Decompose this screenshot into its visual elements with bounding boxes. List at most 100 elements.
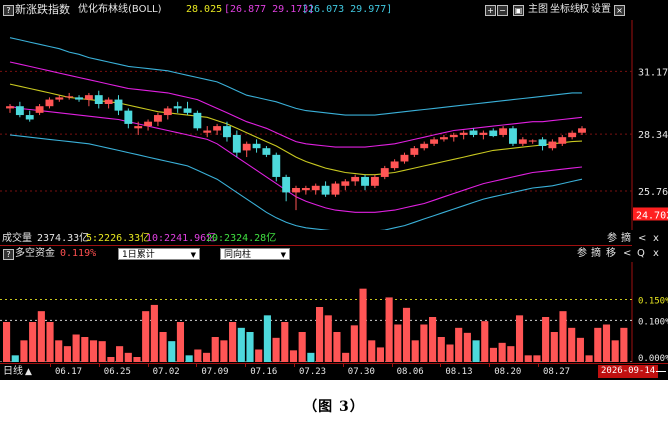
- candle-body: [311, 185, 320, 191]
- candle-body: [84, 95, 93, 100]
- candle-body: [321, 185, 330, 195]
- fund-tick-label: 0.000%: [638, 354, 668, 362]
- candle-body: [439, 137, 448, 140]
- fund-bar: [489, 347, 498, 362]
- date-tick-mark: [538, 364, 539, 367]
- price-tick-label: 31.174: [638, 67, 668, 78]
- chart-type-icon[interactable]: ▣: [513, 5, 524, 16]
- fund-bar: [289, 350, 298, 362]
- search-icon[interactable]: Q: [637, 246, 645, 262]
- candle-body: [272, 154, 281, 177]
- fund-move-button[interactable]: 移: [606, 246, 616, 262]
- fund-flow-bar-chart[interactable]: 0.150% 0.100% 0.000%: [0, 262, 668, 362]
- candle-body: [45, 99, 54, 107]
- fund-bar: [307, 352, 315, 362]
- candle-body: [173, 106, 182, 109]
- fund-excerpt-button[interactable]: 摘: [591, 246, 601, 262]
- date-tick-mark: [294, 364, 295, 367]
- candle-body: [213, 126, 222, 131]
- index-title[interactable]: 新涨跌指数: [15, 2, 70, 18]
- date-tick-mark: [391, 364, 393, 367]
- boll-inner-value: [26.877 29.173]: [224, 4, 315, 15]
- fund-param-button[interactable]: 参: [577, 246, 587, 262]
- fund-bar: [107, 357, 115, 362]
- candle-body: [262, 148, 271, 155]
- fund-bar: [220, 340, 228, 362]
- zoom-out-button[interactable]: −: [497, 5, 508, 16]
- boll-mid-value: 28.025: [186, 4, 223, 15]
- candle-body: [390, 161, 399, 169]
- figure-caption: （图 3）: [303, 399, 365, 415]
- candle-body: [252, 143, 261, 149]
- candle-body: [518, 139, 527, 144]
- minus-icon[interactable]: [656, 371, 666, 372]
- fund-bar: [202, 352, 211, 362]
- fund-bar: [3, 322, 11, 362]
- fund-bar: [150, 304, 158, 362]
- fund-bar: [550, 332, 558, 362]
- date-tick-mark: [147, 364, 149, 367]
- fund-bar: [55, 340, 63, 362]
- candle-body: [65, 96, 74, 98]
- fund-bar: [168, 341, 176, 362]
- candle-body: [351, 176, 360, 182]
- candle-body: [203, 130, 212, 133]
- coordinate-button[interactable]: 坐标线: [550, 2, 580, 18]
- fund-collapse-button[interactable]: <: [623, 246, 631, 262]
- fund-bar: [37, 311, 45, 362]
- fund-bar: [255, 349, 263, 362]
- boll-candlestick-chart[interactable]: 31.174 28.340 25.764 24.702: [0, 20, 668, 230]
- candle-body: [370, 176, 379, 186]
- date-tick-label: 06.17: [55, 367, 83, 377]
- fund-bar: [585, 355, 593, 362]
- fund-bar: [481, 321, 489, 362]
- date-tick-mark: [342, 364, 344, 367]
- price-tick-label: 28.340: [638, 130, 668, 141]
- close-icon[interactable]: ×: [614, 5, 625, 16]
- candle-body: [528, 140, 537, 142]
- date-tick-label: 07.16: [250, 367, 278, 377]
- candle-body: [459, 132, 468, 135]
- fund-tick-label: 0.100%: [638, 317, 668, 327]
- fund-bar: [385, 297, 393, 362]
- fund-bar: [46, 322, 54, 362]
- price-tick-label: 25.764: [638, 187, 668, 198]
- fund-close-button[interactable]: x: [653, 246, 659, 262]
- rights-button[interactable]: 权: [579, 2, 589, 18]
- candle-body: [430, 139, 439, 144]
- candle-body: [380, 168, 389, 177]
- main-chart-header: ? 新涨跌指数 优化布林线(BOLL) 28.025 [26.877 29.17…: [0, 2, 668, 18]
- candle-body: [469, 130, 478, 135]
- candle-body: [75, 97, 83, 100]
- main-chart-button[interactable]: 主图: [528, 2, 548, 18]
- fund-bar: [515, 315, 524, 362]
- candle-body: [15, 106, 24, 116]
- fund-bar: [281, 322, 289, 362]
- fund-bar: [316, 307, 324, 362]
- candle-body: [400, 154, 409, 162]
- volume-collapse-button[interactable]: <: [638, 231, 646, 247]
- stock-chart-window: ? 新涨跌指数 优化布林线(BOLL) 28.025 [26.877 29.17…: [0, 0, 668, 380]
- indicator-name[interactable]: 优化布林线(BOLL): [78, 2, 162, 18]
- help-icon[interactable]: ?: [3, 5, 14, 16]
- fund-bar: [533, 355, 541, 362]
- date-tick-mark: [440, 364, 442, 367]
- volume-close-button[interactable]: x: [653, 231, 659, 247]
- fund-bar: [350, 325, 358, 362]
- candle-body: [538, 139, 547, 146]
- fund-bar: [420, 324, 428, 362]
- date-tick-label: 08.06: [396, 367, 424, 377]
- candle-body: [163, 108, 172, 116]
- fund-bar: [368, 340, 376, 362]
- date-ticks: 06.17 06.25 07.02 07.09 07.16 07.23 07.30 08.06…: [0, 364, 600, 380]
- candle-body: [183, 108, 192, 113]
- fund-bar: [133, 357, 141, 362]
- date-tick-label: 08.13: [445, 367, 473, 377]
- fund-bar: [81, 337, 89, 362]
- fund-bar: [524, 355, 532, 362]
- settings-button[interactable]: 设置: [591, 2, 611, 18]
- fund-bar: [20, 340, 28, 362]
- zoom-in-button[interactable]: +: [485, 5, 496, 16]
- candle-body: [509, 128, 517, 144]
- date-tick-label: 07.23: [299, 367, 327, 377]
